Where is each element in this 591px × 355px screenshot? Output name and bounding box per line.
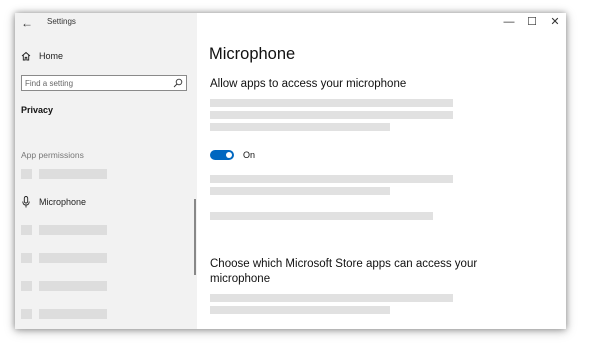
app-title: Settings (47, 17, 76, 26)
sidebar-item-placeholder[interactable] (39, 309, 107, 319)
home-link[interactable]: Home (39, 51, 63, 61)
toggle-knob (226, 152, 232, 158)
page-title: Microphone (209, 45, 296, 63)
main-content: — ☐ ✕ Microphone Allow apps to access yo… (197, 13, 566, 329)
text-placeholder (210, 123, 390, 131)
back-button[interactable]: ← (19, 15, 35, 31)
home-icon (21, 51, 31, 61)
sidebar-item-microphone[interactable]: Microphone (39, 197, 86, 207)
sidebar-item-placeholder[interactable] (39, 225, 107, 235)
minimize-button[interactable]: — (498, 15, 520, 29)
close-button[interactable]: ✕ (544, 15, 566, 29)
settings-window: ← Settings Home Privacy App permissions … (15, 13, 566, 329)
category-label: Privacy (21, 105, 54, 115)
sidebar-item-icon-placeholder (21, 309, 32, 319)
search-input[interactable] (25, 76, 165, 90)
text-placeholder (210, 294, 453, 302)
sidebar-item-placeholder[interactable] (39, 169, 107, 179)
text-placeholder (210, 306, 390, 314)
allow-access-heading: Allow apps to access your microphone (210, 78, 407, 90)
sidebar-item-icon-placeholder (21, 225, 32, 235)
sidebar-item-icon-placeholder (21, 281, 32, 291)
sidebar-item-icon-placeholder (21, 169, 32, 179)
store-apps-heading: Choose which Microsoft Store apps can ac… (210, 258, 478, 285)
sidebar-item-placeholder[interactable] (39, 253, 107, 263)
sidebar-item-icon-placeholder (21, 253, 32, 263)
sidebar: ← Settings Home Privacy App permissions … (15, 13, 197, 329)
search-box[interactable] (21, 75, 187, 91)
sidebar-scrollbar[interactable] (194, 199, 196, 275)
sidebar-item-placeholder[interactable] (39, 281, 107, 291)
search-icon[interactable] (173, 78, 183, 88)
toggle-state-label: On (243, 150, 256, 160)
text-placeholder (210, 99, 453, 107)
microphone-access-toggle[interactable] (210, 150, 234, 160)
text-placeholder (210, 187, 390, 195)
text-placeholder (210, 175, 453, 183)
section-header: App permissions (21, 150, 84, 160)
text-placeholder (210, 111, 453, 119)
microphone-icon (22, 196, 30, 208)
text-placeholder (210, 212, 433, 220)
maximize-button[interactable]: ☐ (521, 15, 543, 29)
